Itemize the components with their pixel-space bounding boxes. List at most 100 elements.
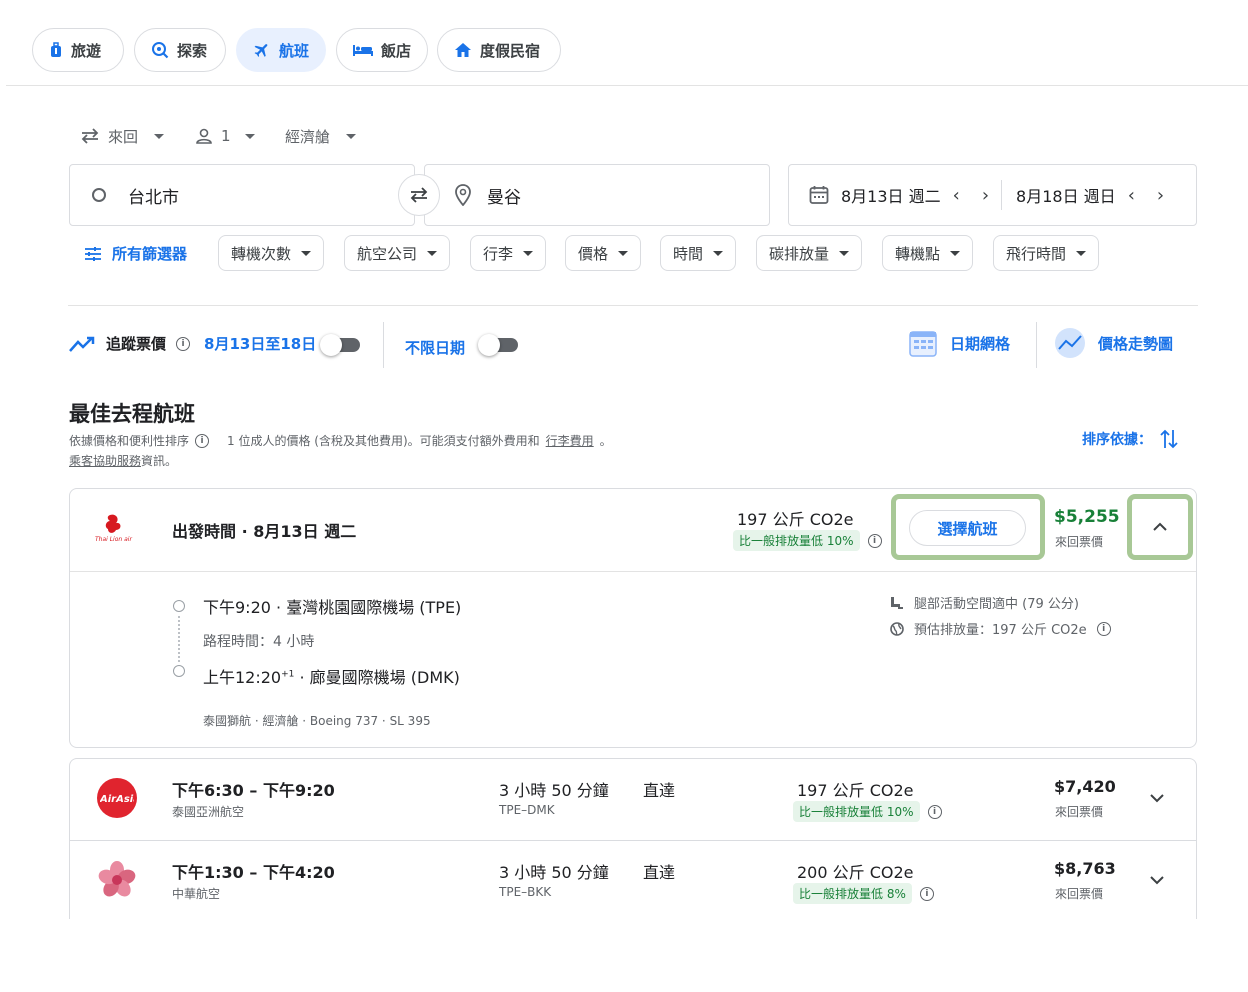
trip-type-select[interactable]: 來回 xyxy=(80,124,165,148)
flight-times: 下午6:30 – 下午9:20 xyxy=(172,781,335,800)
return-date-value[interactable]: 8月18日 週日 xyxy=(1016,183,1116,207)
emissions-badge-row: 比一般排放量低 10% i xyxy=(733,530,882,551)
airline-name: 中華航空 xyxy=(172,887,221,901)
info-icon[interactable]: i xyxy=(867,533,882,548)
svg-text:AirAsia: AirAsia xyxy=(100,794,134,805)
price-note: 來回票價 xyxy=(1055,805,1104,819)
info-icon[interactable]: i xyxy=(176,336,191,351)
filter-airlines[interactable]: 航空公司 xyxy=(344,235,451,271)
flight-details: 泰國獅航 · 經濟艙 · Boeing 737 · SL 395 xyxy=(203,714,431,728)
price-graph-button[interactable]: 價格走勢圖 xyxy=(1054,327,1173,359)
date-grid-icon xyxy=(908,328,938,358)
destination-field[interactable]: 曼谷 xyxy=(424,164,770,226)
emissions-badge: 比一般排放量低 10% xyxy=(733,530,860,551)
china-airlines-logo xyxy=(95,860,139,900)
all-filters-button[interactable]: 所有篩選器 xyxy=(84,243,187,264)
origin-field[interactable]: 台北市 xyxy=(69,164,415,226)
chevron-down-icon xyxy=(950,250,961,256)
baggage-fees-link[interactable]: 行李費用 xyxy=(546,432,594,449)
location-pin-icon xyxy=(455,184,471,206)
emissions-value: 197 公斤 CO2e xyxy=(737,510,854,529)
header-divider xyxy=(6,85,1248,86)
flight-row[interactable]: AirAsia 下午6:30 – 下午9:20 泰國亞洲航空 3 小時 50 分… xyxy=(69,758,1197,841)
any-dates-toggle[interactable] xyxy=(478,334,518,356)
info-icon[interactable]: i xyxy=(1096,621,1111,636)
filter-connecting-airports[interactable]: 轉機點 xyxy=(882,235,974,271)
explore-icon xyxy=(151,41,169,59)
tab-explore[interactable]: 探索 xyxy=(134,28,226,72)
depart-date-value[interactable]: 8月13日 週二 xyxy=(841,183,941,207)
price-note: 來回票價 xyxy=(1055,887,1104,901)
chevron-down-icon xyxy=(1149,875,1165,885)
expand-button[interactable] xyxy=(1149,793,1165,803)
cabin-class-select[interactable]: 經濟艙 xyxy=(285,124,357,148)
flight-times: 下午1:30 – 下午4:20 xyxy=(172,863,335,882)
expand-button[interactable] xyxy=(1149,875,1165,885)
emissions-value: 200 公斤 CO2e xyxy=(797,863,914,882)
depart-dot xyxy=(173,600,185,612)
sort-by-button[interactable]: 排序依據： xyxy=(1082,428,1178,450)
tab-label: 探索 xyxy=(177,41,208,60)
tab-flights[interactable]: 航班 xyxy=(236,28,326,72)
departure-line: 下午9:20 · 臺灣桃園國際機場 (TPE) xyxy=(203,598,462,617)
info-icon[interactable]: i xyxy=(927,804,942,819)
swap-locations-button[interactable] xyxy=(398,174,440,216)
price-note: 來回票價 xyxy=(1055,535,1104,549)
travel-duration: 路程時間：4 小時 xyxy=(203,634,315,650)
seat-icon xyxy=(890,596,904,610)
date-range-field[interactable]: 8月13日 週二 ‹ › 8月18日 週日 ‹ › xyxy=(788,164,1197,226)
tools-divider xyxy=(383,322,384,368)
svg-text:Thai Lion air: Thai Lion air xyxy=(95,536,132,543)
info-icon[interactable]: i xyxy=(919,886,934,901)
tab-travel[interactable]: 旅遊 xyxy=(32,28,124,72)
globe-icon xyxy=(890,621,904,636)
chevron-down-icon xyxy=(244,133,255,139)
filter-label: 航空公司 xyxy=(357,244,418,263)
price-note: 1 位成人的價格 (含稅及其他費用)。可能須支付額外費用和 xyxy=(227,434,540,448)
departure-title: 出發時間 · 8月13日 週二 xyxy=(172,522,357,541)
airline-name: 泰國亞洲航空 xyxy=(172,805,245,819)
results-heading: 最佳去程航班 xyxy=(69,402,195,426)
chevron-down-icon xyxy=(154,133,165,139)
tab-vacation-rentals[interactable]: 度假民宿 xyxy=(437,28,561,72)
period: 。 xyxy=(599,434,612,448)
date-grid-button[interactable]: 日期網格 xyxy=(908,328,1010,358)
filter-price[interactable]: 價格 xyxy=(565,235,642,271)
bed-icon xyxy=(353,43,373,57)
tools-divider xyxy=(1036,322,1037,368)
select-flight-button[interactable]: 選擇航班 xyxy=(909,510,1026,546)
chevron-down-icon xyxy=(346,133,357,139)
date-grid-label: 日期網格 xyxy=(950,334,1011,353)
destination-value: 曼谷 xyxy=(487,187,521,208)
flight-row[interactable]: 下午1:30 – 下午4:20 中華航空 3 小時 50 分鐘 TPE–BKK … xyxy=(69,840,1197,919)
collapse-button[interactable] xyxy=(1127,494,1193,560)
flight-route: TPE–DMK xyxy=(499,803,555,817)
chevron-left-icon[interactable]: ‹ xyxy=(953,185,960,206)
chevron-left-icon[interactable]: ‹ xyxy=(1128,185,1135,206)
passenger-assistance-link[interactable]: 乘客協助服務 xyxy=(69,454,141,468)
tab-hotels[interactable]: 飯店 xyxy=(336,28,428,72)
track-prices-label: 追蹤票價 xyxy=(106,335,167,353)
emissions-value: 197 公斤 CO2e xyxy=(797,781,914,800)
chevron-down-icon xyxy=(523,250,534,256)
chevron-right-icon[interactable]: › xyxy=(1157,185,1164,206)
filter-stops[interactable]: 轉機次數 xyxy=(218,235,325,271)
chevron-right-icon[interactable]: › xyxy=(982,185,989,206)
filter-baggage[interactable]: 行李 xyxy=(470,235,547,271)
filter-times[interactable]: 時間 xyxy=(660,235,737,271)
timeline-line xyxy=(178,616,180,662)
filter-duration[interactable]: 飛行時間 xyxy=(993,235,1100,271)
luggage-icon xyxy=(49,42,63,58)
card-divider xyxy=(70,571,1196,572)
filter-emissions[interactable]: 碳排放量 xyxy=(756,235,863,271)
emissions-badge: 比一般排放量低 8% xyxy=(793,883,912,904)
emissions-badge: 比一般排放量低 10% xyxy=(793,801,920,822)
chevron-down-icon xyxy=(713,250,724,256)
arrival-airport: · 廊曼國際機場 (DMK) xyxy=(294,668,460,687)
info-icon[interactable]: i xyxy=(195,433,210,448)
track-prices-toggle[interactable] xyxy=(320,334,360,356)
calendar-icon xyxy=(809,185,829,205)
passenger-select[interactable]: 1 xyxy=(195,124,255,148)
home-icon xyxy=(454,42,472,58)
origin-value: 台北市 xyxy=(128,187,179,208)
